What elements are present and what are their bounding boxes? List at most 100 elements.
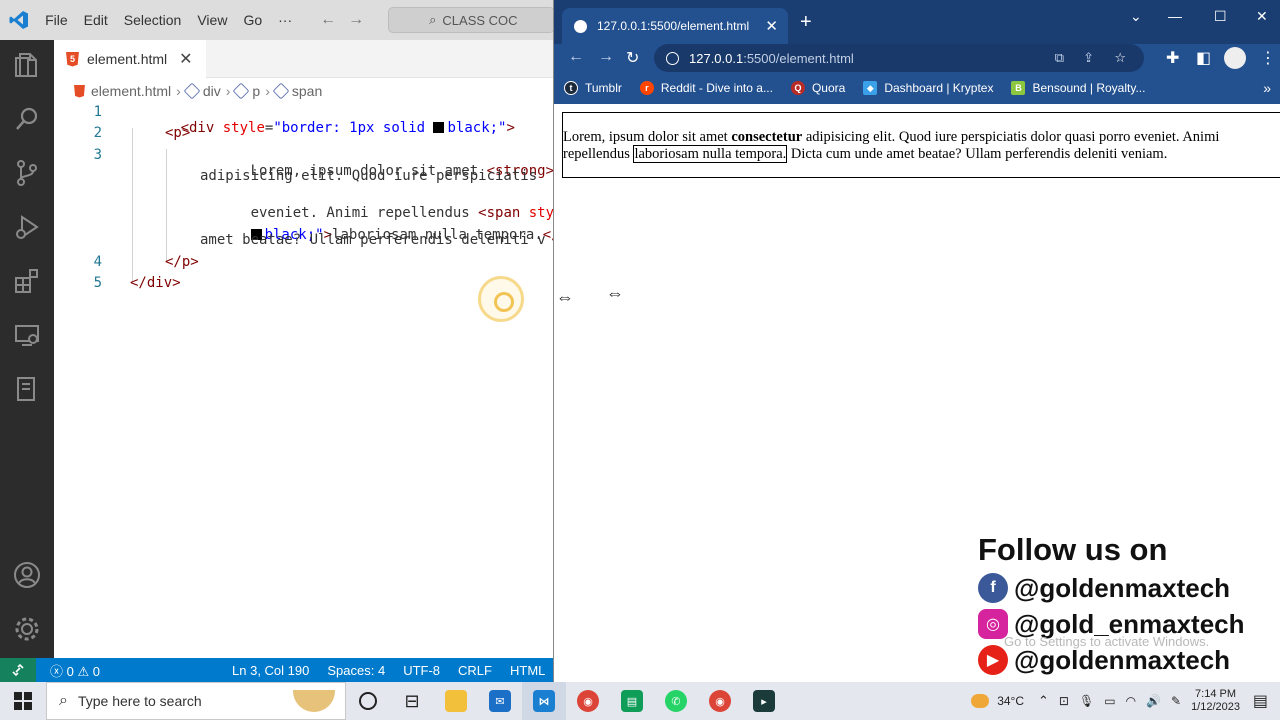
- handle-text: @goldenmaxtech: [1014, 644, 1231, 675]
- vscode-taskbar-icon[interactable]: ⋈: [522, 682, 566, 720]
- meet-icon[interactable]: ⊡: [1059, 694, 1069, 708]
- store-icon[interactable]: ▤: [610, 682, 654, 720]
- bookmark-label: Bensound | Royalty...: [1032, 81, 1146, 95]
- indentation[interactable]: Spaces: 4: [327, 663, 385, 678]
- run-debug-icon[interactable]: [12, 212, 42, 242]
- wifi-icon[interactable]: ◠: [1126, 694, 1136, 708]
- taskbar-search-box[interactable]: ⌕ Type here to search: [46, 682, 346, 720]
- notifications-icon[interactable]: ▤: [1253, 691, 1268, 711]
- close-tab-icon[interactable]: ✕: [765, 17, 778, 35]
- volume-icon[interactable]: 🔊: [1146, 694, 1161, 708]
- whatsapp-icon[interactable]: ✆: [654, 682, 698, 720]
- terminal-icon[interactable]: ▸: [742, 682, 786, 720]
- remote-explorer-icon[interactable]: [12, 320, 42, 350]
- explorer-icon[interactable]: [12, 50, 42, 80]
- back-arrow-icon[interactable]: ←: [320, 11, 336, 29]
- reload-icon[interactable]: ↻: [626, 48, 639, 68]
- forward-arrow-icon[interactable]: →: [598, 48, 614, 66]
- clock-time: 7:14 PM: [1195, 688, 1237, 700]
- cursor-position[interactable]: Ln 3, Col 190: [232, 663, 309, 678]
- url-host: 127.0.0.1: [689, 50, 744, 66]
- widgets-icon[interactable]: ⊟: [390, 682, 434, 720]
- network-icon[interactable]: ▭: [1104, 694, 1115, 708]
- tumblr-icon: t: [564, 81, 578, 95]
- menu-file[interactable]: File: [45, 12, 68, 28]
- chrome-profile-icon[interactable]: ◉: [698, 682, 742, 720]
- breadcrumb-file[interactable]: element.html: [91, 83, 171, 99]
- status-bar: ⓧ 0 ⚠ 0 Ln 3, Col 190 Spaces: 4 UTF-8 CR…: [0, 658, 555, 682]
- bookmark-kryptex[interactable]: ◆ Dashboard | Kryptex: [863, 81, 993, 95]
- share-icon[interactable]: ⇪: [1083, 50, 1094, 66]
- temperature[interactable]: 34°C: [997, 694, 1024, 708]
- chrome-icon[interactable]: ◉: [566, 682, 610, 720]
- taskbar-clock[interactable]: 7:14 PM 1/12/2023: [1191, 688, 1240, 714]
- bookmark-tumblr[interactable]: t Tumblr: [564, 81, 622, 95]
- microphone-icon[interactable]: 🎙: [1079, 694, 1094, 708]
- menu-kebab-icon[interactable]: ⋮: [1260, 48, 1276, 68]
- color-swatch[interactable]: [433, 122, 445, 133]
- tab-search-icon[interactable]: ⌄: [1130, 8, 1142, 25]
- chevron-right-icon: ›: [265, 83, 270, 99]
- breadcrumb: element.html › div › p › span: [54, 78, 555, 104]
- activity-bar: [0, 40, 54, 658]
- element-icon: [232, 82, 250, 100]
- maximize-icon[interactable]: ☐: [1214, 8, 1227, 25]
- bookmark-bensound[interactable]: B Bensound | Royalty...: [1011, 81, 1145, 95]
- book-icon[interactable]: [12, 374, 42, 404]
- file-explorer-icon[interactable]: [434, 682, 478, 720]
- translate-icon[interactable]: ⧉: [1055, 50, 1064, 66]
- remote-indicator-icon[interactable]: [0, 658, 36, 682]
- problems-indicator[interactable]: ⓧ 0 ⚠ 0: [50, 661, 100, 680]
- command-center-search[interactable]: ⌕ CLASS COC: [388, 7, 555, 33]
- end-of-line[interactable]: CRLF: [458, 663, 492, 678]
- warning-icon: ⚠: [77, 663, 90, 679]
- tab-element-html[interactable]: 5 element.html ✕: [54, 40, 206, 78]
- menu-go[interactable]: Go: [243, 12, 262, 28]
- breadcrumb-p[interactable]: p: [252, 83, 260, 99]
- mail-icon[interactable]: ✉: [478, 682, 522, 720]
- chevron-up-icon[interactable]: ⌃: [1038, 693, 1049, 709]
- extensions-icon[interactable]: ✚: [1166, 48, 1179, 68]
- task-view-icon[interactable]: [346, 682, 390, 720]
- bookmark-label: Quora: [811, 81, 846, 95]
- language-mode[interactable]: HTML: [510, 663, 545, 678]
- more-bookmarks-icon[interactable]: »: [1263, 80, 1271, 96]
- address-bar[interactable]: 127.0.0.1:5500/element.html ⧉ ⇪ ☆: [654, 44, 1144, 72]
- lorem-paragraph: Lorem, ipsum dolor sit amet consectetur …: [563, 129, 1253, 163]
- code-editor[interactable]: 1 2 3 4 5 <div style="border: 1px solid …: [54, 104, 555, 658]
- weather-icon[interactable]: [971, 694, 990, 708]
- close-window-icon[interactable]: ✕: [1256, 8, 1268, 25]
- reddit-icon: r: [639, 81, 654, 95]
- bookmark-reddit[interactable]: r Reddit - Dive into a...: [639, 81, 773, 95]
- star-icon[interactable]: ☆: [1114, 50, 1126, 66]
- new-tab-button[interactable]: +: [800, 12, 812, 32]
- windows-taskbar: ⌕ Type here to search ⊟ ✉ ⋈ ◉ ▤ ✆ ◉ ▸ 34…: [0, 682, 1280, 720]
- search-icon[interactable]: [12, 104, 42, 134]
- encoding[interactable]: UTF-8: [403, 663, 440, 678]
- menu-edit[interactable]: Edit: [84, 12, 108, 28]
- editor-tabs: 5 element.html ✕: [54, 40, 555, 78]
- breadcrumb-div[interactable]: div: [203, 83, 221, 99]
- windows-start-icon[interactable]: [0, 682, 46, 720]
- back-arrow-icon[interactable]: ←: [568, 48, 584, 66]
- menu-selection[interactable]: Selection: [124, 12, 182, 28]
- account-icon[interactable]: [12, 560, 42, 590]
- forward-arrow-icon[interactable]: →: [348, 11, 364, 29]
- pen-icon[interactable]: ✎: [1171, 694, 1181, 708]
- side-panel-icon[interactable]: ◧: [1196, 48, 1211, 68]
- menu-view[interactable]: View: [197, 12, 227, 28]
- bookmark-quora[interactable]: Q Quora: [790, 81, 846, 95]
- vscode-titlebar: File Edit Selection View Go ··· ← → ⌕ CL…: [0, 0, 555, 40]
- browser-tab[interactable]: 127.0.0.1:5500/element.html ✕: [562, 8, 788, 44]
- element-icon: [272, 82, 290, 100]
- minimize-icon[interactable]: —: [1168, 8, 1182, 24]
- extensions-icon[interactable]: [12, 266, 42, 296]
- close-tab-icon[interactable]: ✕: [179, 49, 192, 69]
- gear-icon[interactable]: [12, 614, 42, 644]
- breadcrumb-span[interactable]: span: [292, 83, 322, 99]
- menu-more[interactable]: ···: [278, 12, 292, 28]
- bordered-div: Lorem, ipsum dolor sit amet consectetur …: [562, 112, 1280, 178]
- profile-avatar[interactable]: [1224, 47, 1246, 69]
- site-info-icon[interactable]: [666, 51, 679, 65]
- source-control-icon[interactable]: [12, 158, 42, 188]
